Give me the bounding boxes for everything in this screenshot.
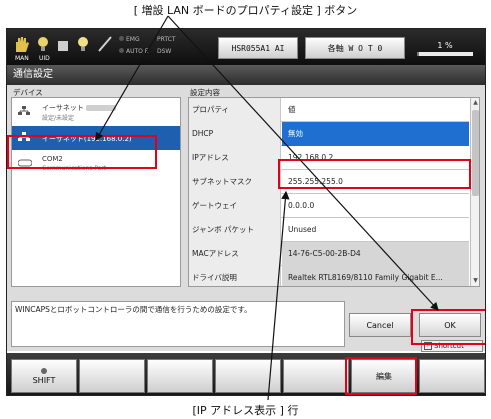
callout-ip-row: [IP アドレス表示 ] 行	[192, 404, 299, 417]
arrow-to-ip-row	[267, 190, 290, 401]
callout-arrows	[95, 15, 439, 401]
arrow-to-device	[95, 15, 169, 142]
screenshot-page: [ 増設 LAN ボードのプロパティ設定 ] ボタン MAN UID EMG A…	[0, 0, 491, 419]
arrow-to-ok	[167, 15, 439, 311]
